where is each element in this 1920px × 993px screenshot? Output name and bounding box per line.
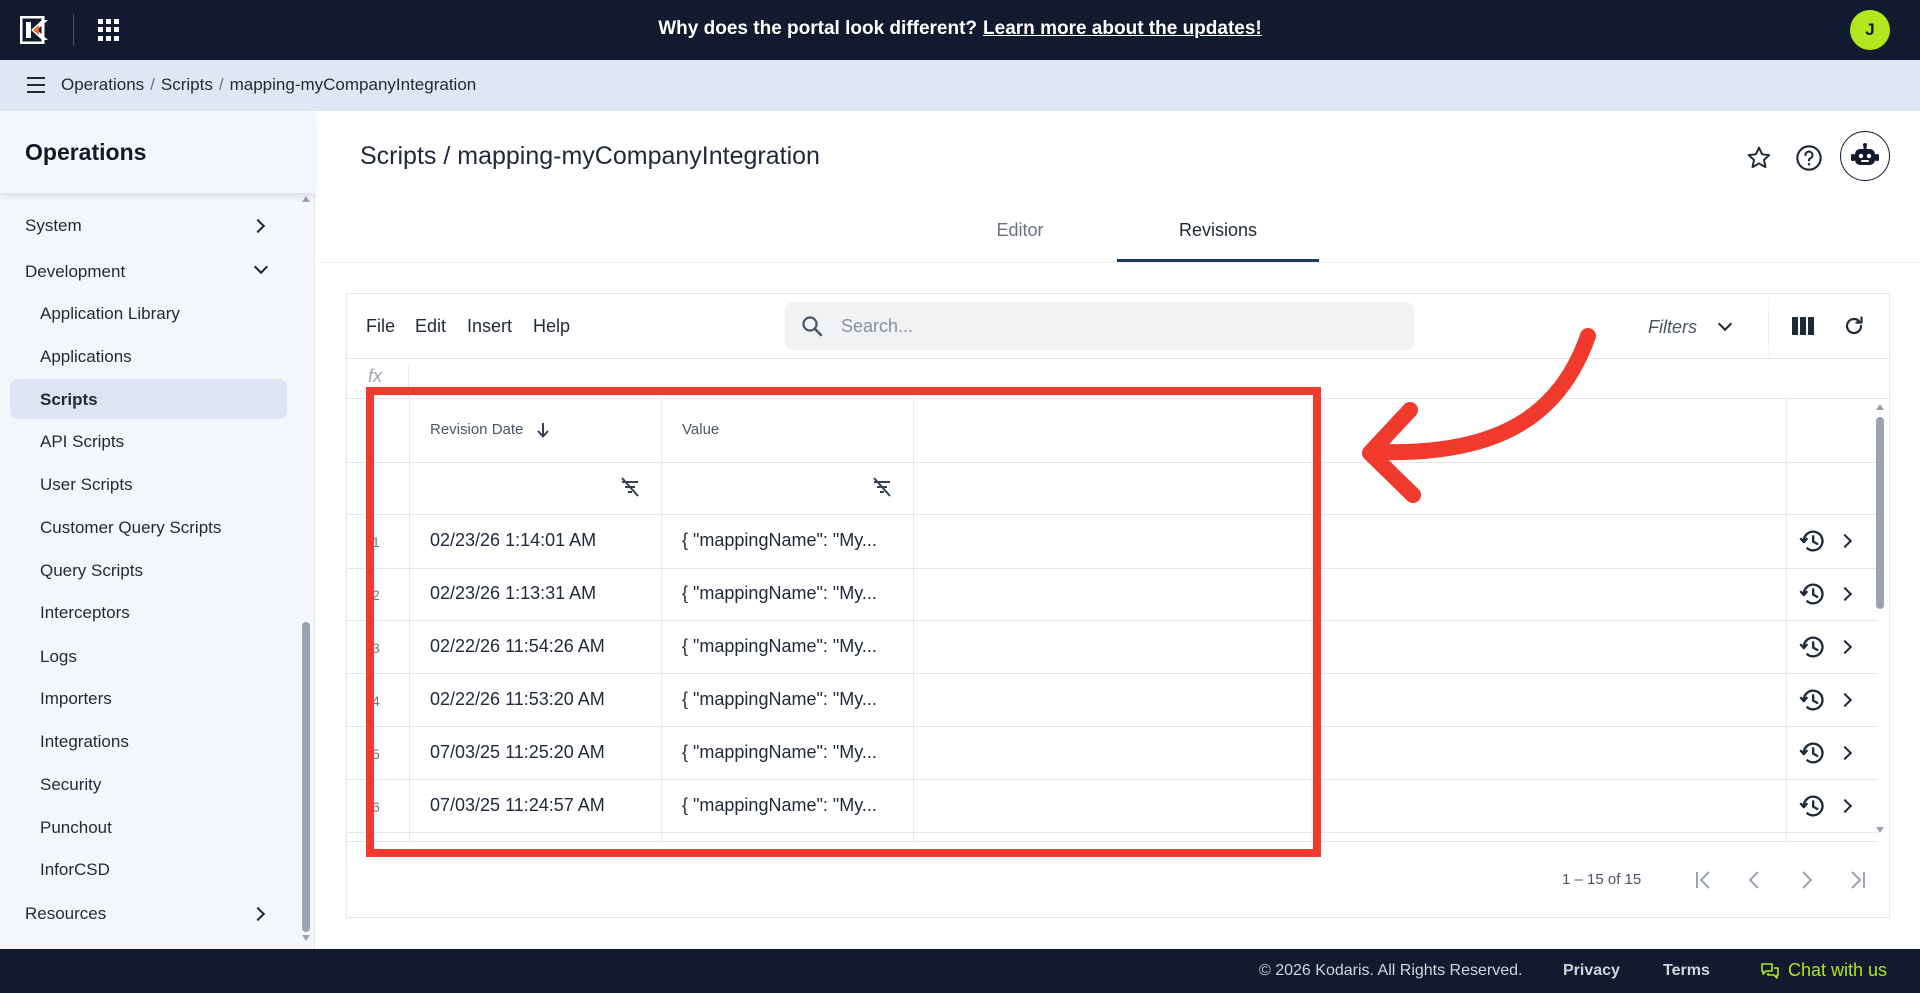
filters-divider — [1768, 296, 1769, 358]
restore-history-icon[interactable] — [1798, 686, 1826, 714]
search-icon — [802, 316, 823, 337]
robot-icon — [1851, 143, 1879, 165]
next-page-icon[interactable] — [1794, 868, 1818, 892]
sidebar-item-integrations[interactable]: Integrations — [40, 732, 129, 752]
table-scroll-down-arrow[interactable] — [1876, 827, 1884, 833]
first-page-icon[interactable] — [1692, 868, 1716, 892]
last-page-icon[interactable] — [1845, 868, 1869, 892]
restore-history-icon[interactable] — [1798, 527, 1826, 555]
sidebar-item-inforcsd[interactable]: InforCSD — [40, 860, 110, 880]
footer-copyright: © 2026 Kodaris. All Rights Reserved. — [1259, 962, 1523, 979]
sidebar-item-importers[interactable]: Importers — [40, 689, 112, 709]
sidebar-item-api-scripts[interactable]: API Scripts — [40, 432, 124, 452]
table-scrollbar[interactable] — [1876, 417, 1884, 609]
toolbar-divider — [347, 358, 1889, 359]
breadcrumb-scripts[interactable]: Scripts — [161, 75, 213, 94]
pagination-range: 1 – 15 of 15 — [1562, 871, 1642, 888]
filters-dropdown[interactable]: Filters — [1648, 317, 1697, 338]
assistant-button[interactable] — [1840, 131, 1890, 181]
scroll-up-arrow[interactable] — [302, 196, 310, 202]
restore-history-icon[interactable] — [1798, 739, 1826, 767]
announcement-link[interactable]: Learn more about the updates! — [983, 18, 1262, 39]
breadcrumb-current: mapping-myCompanyIntegration — [229, 75, 477, 94]
active-tab-indicator — [1117, 259, 1319, 262]
page-title: Scripts / mapping-myCompanyIntegration — [360, 142, 820, 170]
menu-help[interactable]: Help — [533, 316, 570, 337]
breadcrumb: Operations / Scripts / mapping-myCompanyInte… — [61, 75, 477, 94]
restore-history-icon[interactable] — [1798, 580, 1826, 608]
breadcrumb-operations[interactable]: Operations — [61, 75, 144, 94]
help-icon[interactable] — [1795, 144, 1823, 172]
menu-edit[interactable]: Edit — [415, 316, 446, 337]
annotation-arrow-icon — [1362, 328, 1596, 503]
announcement-text: Why does the portal look different? — [658, 18, 978, 39]
search-placeholder: Search... — [841, 316, 914, 336]
scroll-down-arrow[interactable] — [302, 935, 310, 941]
sidebar-item-punchout[interactable]: Punchout — [40, 818, 112, 838]
annotation-highlight-box — [366, 387, 1321, 857]
sidebar-item-security[interactable]: Security — [40, 775, 101, 795]
sidebar-item-logs[interactable]: Logs — [40, 647, 77, 667]
sidebar-title: Operations — [25, 139, 147, 165]
tab-revisions[interactable]: Revisions — [1117, 220, 1319, 241]
sidebar-header: Operations — [0, 111, 315, 193]
restore-history-icon[interactable] — [1798, 633, 1826, 661]
sidebar-item-scripts[interactable]: Scripts — [40, 390, 98, 410]
chat-with-us-button[interactable]: Chat with us — [1788, 960, 1887, 981]
tabs-divider — [318, 262, 1920, 263]
sidebar-item-customer-query-scripts[interactable]: Customer Query Scripts — [40, 518, 221, 538]
sidebar-item-applications[interactable]: Applications — [40, 347, 132, 367]
footer — [0, 949, 1920, 993]
previous-page-icon[interactable] — [1743, 868, 1767, 892]
sidebar-item-query-scripts[interactable]: Query Scripts — [40, 561, 143, 581]
sidebar-item-interceptors[interactable]: Interceptors — [40, 603, 130, 623]
tab-editor[interactable]: Editor — [920, 220, 1120, 241]
footer-terms-link[interactable]: Terms — [1663, 962, 1710, 980]
star-icon[interactable] — [1746, 145, 1772, 171]
sidebar-item-system[interactable]: System — [25, 216, 82, 236]
refresh-icon[interactable] — [1842, 314, 1866, 338]
menu-file[interactable]: File — [366, 316, 395, 337]
formula-bar-label: fx — [368, 366, 383, 386]
sidebar-scrollbar[interactable] — [302, 622, 310, 932]
sidebar-item-user-scripts[interactable]: User Scripts — [40, 475, 133, 495]
sidebar-item-development[interactable]: Development — [25, 262, 125, 282]
footer-privacy-link[interactable]: Privacy — [1563, 962, 1620, 980]
sidebar-item-application-library[interactable]: Application Library — [40, 304, 180, 324]
restore-history-icon[interactable] — [1798, 792, 1826, 820]
columns-icon[interactable] — [1792, 316, 1814, 336]
hamburger-menu-icon[interactable] — [27, 77, 45, 93]
announcement-banner: Why does the portal look different? Learn… — [0, 18, 1920, 40]
table-scroll-up-arrow[interactable] — [1876, 404, 1884, 410]
menu-insert[interactable]: Insert — [467, 316, 512, 337]
avatar[interactable]: J — [1850, 10, 1890, 50]
sidebar-item-resources[interactable]: Resources — [25, 904, 106, 924]
chat-icon[interactable] — [1760, 962, 1780, 980]
